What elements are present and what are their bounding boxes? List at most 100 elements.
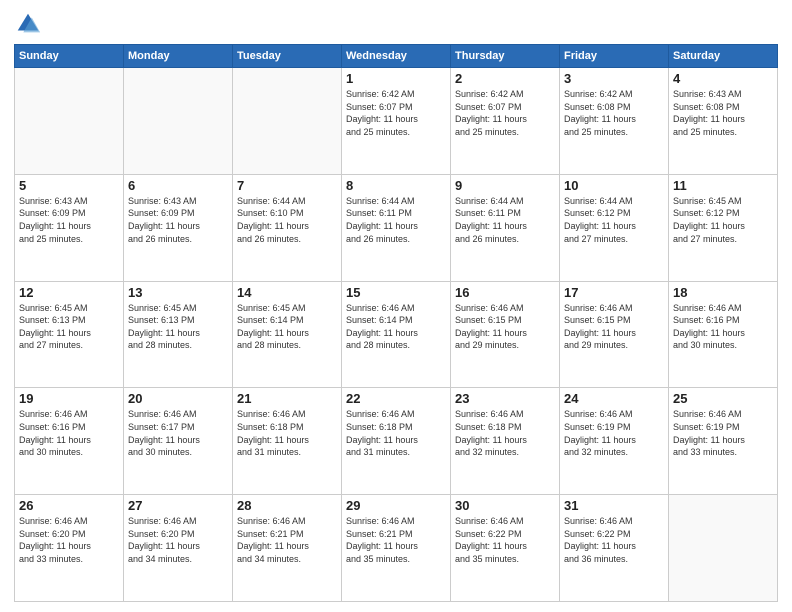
calendar-cell: 11 Sunrise: 6:45 AM Sunset: 6:12 PM Dayli… [669, 174, 778, 281]
day-number: 8 [346, 178, 446, 193]
day-info: Sunrise: 6:46 AM Sunset: 6:20 PM Dayligh… [19, 515, 119, 565]
day-info: Sunrise: 6:45 AM Sunset: 6:13 PM Dayligh… [128, 302, 228, 352]
day-info: Sunrise: 6:46 AM Sunset: 6:19 PM Dayligh… [673, 408, 773, 458]
day-info: Sunrise: 6:46 AM Sunset: 6:20 PM Dayligh… [128, 515, 228, 565]
day-number: 26 [19, 498, 119, 513]
day-number: 13 [128, 285, 228, 300]
day-number: 1 [346, 71, 446, 86]
day-info: Sunrise: 6:46 AM Sunset: 6:16 PM Dayligh… [673, 302, 773, 352]
calendar-cell [124, 68, 233, 175]
day-number: 30 [455, 498, 555, 513]
day-number: 2 [455, 71, 555, 86]
calendar-cell: 14 Sunrise: 6:45 AM Sunset: 6:14 PM Dayli… [233, 281, 342, 388]
calendar-cell: 29 Sunrise: 6:46 AM Sunset: 6:21 PM Dayli… [342, 495, 451, 602]
calendar-cell: 20 Sunrise: 6:46 AM Sunset: 6:17 PM Dayli… [124, 388, 233, 495]
day-info: Sunrise: 6:46 AM Sunset: 6:19 PM Dayligh… [564, 408, 664, 458]
day-info: Sunrise: 6:46 AM Sunset: 6:15 PM Dayligh… [455, 302, 555, 352]
calendar-cell: 3 Sunrise: 6:42 AM Sunset: 6:08 PM Daylig… [560, 68, 669, 175]
header [14, 10, 778, 38]
day-info: Sunrise: 6:46 AM Sunset: 6:15 PM Dayligh… [564, 302, 664, 352]
header-sunday: Sunday [15, 45, 124, 68]
day-number: 20 [128, 391, 228, 406]
page: Sunday Monday Tuesday Wednesday Thursday… [0, 0, 792, 612]
day-info: Sunrise: 6:45 AM Sunset: 6:13 PM Dayligh… [19, 302, 119, 352]
calendar-week-row: 1 Sunrise: 6:42 AM Sunset: 6:07 PM Daylig… [15, 68, 778, 175]
calendar-cell: 25 Sunrise: 6:46 AM Sunset: 6:19 PM Dayli… [669, 388, 778, 495]
day-number: 17 [564, 285, 664, 300]
day-info: Sunrise: 6:42 AM Sunset: 6:07 PM Dayligh… [346, 88, 446, 138]
day-info: Sunrise: 6:46 AM Sunset: 6:22 PM Dayligh… [455, 515, 555, 565]
day-info: Sunrise: 6:46 AM Sunset: 6:16 PM Dayligh… [19, 408, 119, 458]
day-number: 10 [564, 178, 664, 193]
calendar-cell: 10 Sunrise: 6:44 AM Sunset: 6:12 PM Dayli… [560, 174, 669, 281]
weekday-header-row: Sunday Monday Tuesday Wednesday Thursday… [15, 45, 778, 68]
header-tuesday: Tuesday [233, 45, 342, 68]
day-number: 28 [237, 498, 337, 513]
calendar-cell [669, 495, 778, 602]
day-number: 21 [237, 391, 337, 406]
day-info: Sunrise: 6:42 AM Sunset: 6:08 PM Dayligh… [564, 88, 664, 138]
day-number: 16 [455, 285, 555, 300]
calendar-cell: 16 Sunrise: 6:46 AM Sunset: 6:15 PM Dayli… [451, 281, 560, 388]
day-number: 12 [19, 285, 119, 300]
day-number: 15 [346, 285, 446, 300]
day-info: Sunrise: 6:46 AM Sunset: 6:14 PM Dayligh… [346, 302, 446, 352]
calendar-cell: 31 Sunrise: 6:46 AM Sunset: 6:22 PM Dayli… [560, 495, 669, 602]
day-number: 4 [673, 71, 773, 86]
logo-icon [14, 10, 42, 38]
day-info: Sunrise: 6:46 AM Sunset: 6:18 PM Dayligh… [455, 408, 555, 458]
day-info: Sunrise: 6:42 AM Sunset: 6:07 PM Dayligh… [455, 88, 555, 138]
day-info: Sunrise: 6:46 AM Sunset: 6:21 PM Dayligh… [346, 515, 446, 565]
calendar-table: Sunday Monday Tuesday Wednesday Thursday… [14, 44, 778, 602]
calendar-cell [233, 68, 342, 175]
day-number: 31 [564, 498, 664, 513]
day-info: Sunrise: 6:43 AM Sunset: 6:09 PM Dayligh… [19, 195, 119, 245]
day-info: Sunrise: 6:46 AM Sunset: 6:21 PM Dayligh… [237, 515, 337, 565]
day-number: 5 [19, 178, 119, 193]
header-friday: Friday [560, 45, 669, 68]
day-number: 9 [455, 178, 555, 193]
calendar-cell: 15 Sunrise: 6:46 AM Sunset: 6:14 PM Dayli… [342, 281, 451, 388]
calendar-cell: 30 Sunrise: 6:46 AM Sunset: 6:22 PM Dayli… [451, 495, 560, 602]
calendar-cell: 2 Sunrise: 6:42 AM Sunset: 6:07 PM Daylig… [451, 68, 560, 175]
calendar-cell: 27 Sunrise: 6:46 AM Sunset: 6:20 PM Dayli… [124, 495, 233, 602]
calendar-cell: 4Sunrise: 6:43 AM Sunset: 6:08 PM Daylig… [669, 68, 778, 175]
day-info: Sunrise: 6:44 AM Sunset: 6:12 PM Dayligh… [564, 195, 664, 245]
day-number: 14 [237, 285, 337, 300]
day-info: Sunrise: 6:45 AM Sunset: 6:14 PM Dayligh… [237, 302, 337, 352]
calendar-cell: 17 Sunrise: 6:46 AM Sunset: 6:15 PM Dayli… [560, 281, 669, 388]
calendar-cell: 22Sunrise: 6:46 AM Sunset: 6:18 PM Dayli… [342, 388, 451, 495]
day-number: 27 [128, 498, 228, 513]
day-number: 18 [673, 285, 773, 300]
calendar-cell: 13 Sunrise: 6:45 AM Sunset: 6:13 PM Dayli… [124, 281, 233, 388]
day-info: Sunrise: 6:43 AM Sunset: 6:09 PM Dayligh… [128, 195, 228, 245]
calendar-cell: 9Sunrise: 6:44 AM Sunset: 6:11 PM Daylig… [451, 174, 560, 281]
calendar-cell: 19Sunrise: 6:46 AM Sunset: 6:16 PM Dayli… [15, 388, 124, 495]
day-number: 29 [346, 498, 446, 513]
header-wednesday: Wednesday [342, 45, 451, 68]
day-number: 25 [673, 391, 773, 406]
header-saturday: Saturday [669, 45, 778, 68]
header-monday: Monday [124, 45, 233, 68]
calendar-cell [15, 68, 124, 175]
day-info: Sunrise: 6:46 AM Sunset: 6:17 PM Dayligh… [128, 408, 228, 458]
day-number: 3 [564, 71, 664, 86]
day-info: Sunrise: 6:44 AM Sunset: 6:10 PM Dayligh… [237, 195, 337, 245]
calendar-week-row: 26 Sunrise: 6:46 AM Sunset: 6:20 PM Dayli… [15, 495, 778, 602]
day-number: 7 [237, 178, 337, 193]
day-info: Sunrise: 6:45 AM Sunset: 6:12 PM Dayligh… [673, 195, 773, 245]
day-number: 24 [564, 391, 664, 406]
day-number: 11 [673, 178, 773, 193]
calendar-cell: 8 Sunrise: 6:44 AM Sunset: 6:11 PM Daylig… [342, 174, 451, 281]
calendar-cell: 7 Sunrise: 6:44 AM Sunset: 6:10 PM Daylig… [233, 174, 342, 281]
calendar-cell: 23 Sunrise: 6:46 AM Sunset: 6:18 PM Dayli… [451, 388, 560, 495]
day-number: 23 [455, 391, 555, 406]
calendar-week-row: 5 Sunrise: 6:43 AM Sunset: 6:09 PM Daylig… [15, 174, 778, 281]
logo [14, 10, 46, 38]
calendar-cell: 21Sunrise: 6:46 AM Sunset: 6:18 PM Dayli… [233, 388, 342, 495]
day-info: Sunrise: 6:44 AM Sunset: 6:11 PM Dayligh… [346, 195, 446, 245]
calendar-cell: 24 Sunrise: 6:46 AM Sunset: 6:19 PM Dayli… [560, 388, 669, 495]
day-number: 6 [128, 178, 228, 193]
calendar-cell: 6 Sunrise: 6:43 AM Sunset: 6:09 PM Daylig… [124, 174, 233, 281]
day-info: Sunrise: 6:46 AM Sunset: 6:22 PM Dayligh… [564, 515, 664, 565]
